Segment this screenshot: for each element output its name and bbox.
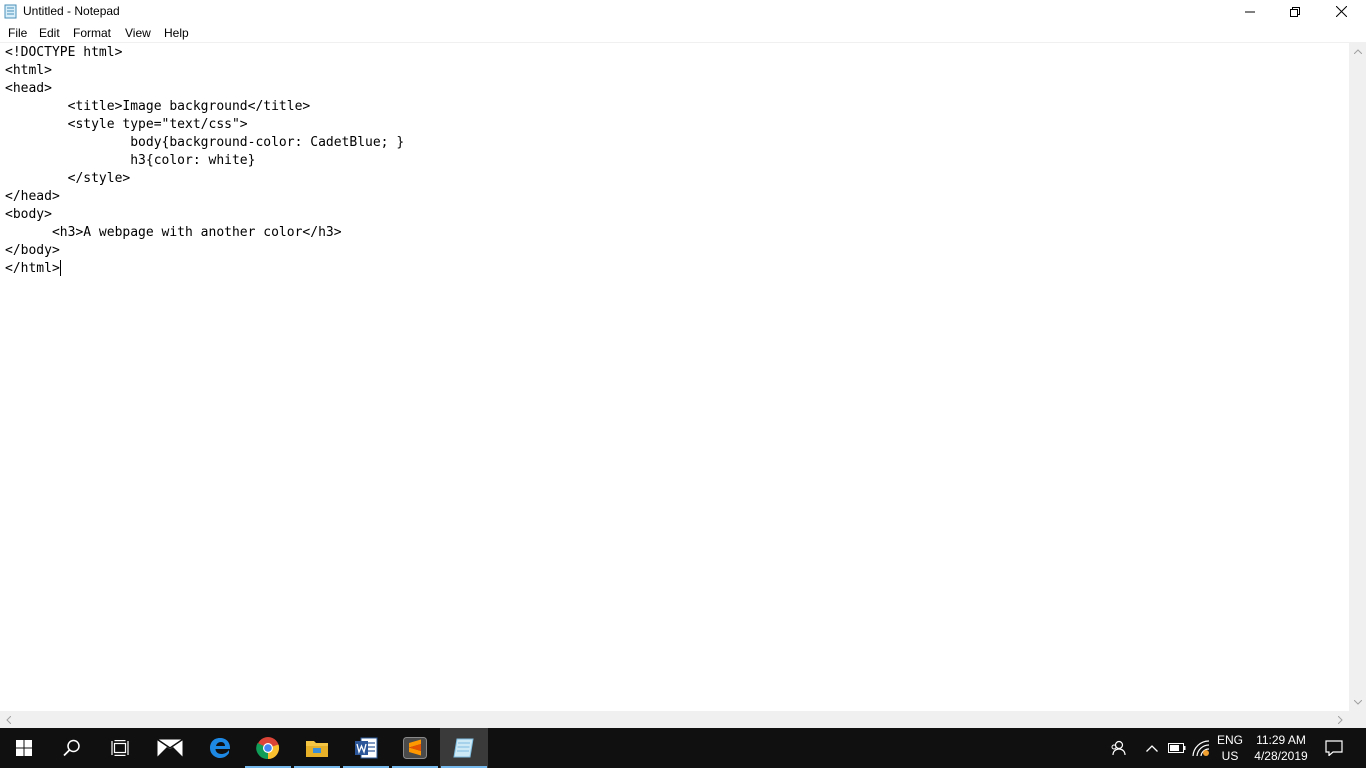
window-title: Untitled - Notepad xyxy=(23,4,120,18)
word-app-button[interactable] xyxy=(342,728,390,768)
region-code: US xyxy=(1221,749,1239,763)
action-center-button[interactable] xyxy=(1320,728,1348,768)
restore-icon xyxy=(1290,6,1300,17)
sublime-text-icon xyxy=(403,737,427,759)
chevron-up-icon xyxy=(1146,744,1158,752)
file-explorer-icon xyxy=(306,741,328,757)
people-icon xyxy=(1111,740,1126,756)
start-button[interactable] xyxy=(0,728,48,768)
task-view-button[interactable] xyxy=(96,728,144,768)
horizontal-scrollbar[interactable] xyxy=(0,711,1349,728)
menu-format[interactable]: Format xyxy=(72,25,112,41)
mail-app-button[interactable] xyxy=(146,728,194,768)
battery-icon xyxy=(1168,743,1186,753)
menu-view[interactable]: View xyxy=(124,25,152,41)
close-icon xyxy=(1335,6,1347,17)
scroll-right-button[interactable] xyxy=(1332,711,1349,728)
mail-icon xyxy=(157,739,183,757)
menu-file[interactable]: File xyxy=(7,25,28,41)
chevron-up-icon xyxy=(1353,49,1362,54)
chrome-app-button[interactable] xyxy=(244,728,292,768)
text-editor[interactable]: <!DOCTYPE html> <html> <head> <title>Ima… xyxy=(0,43,1349,711)
start-icon xyxy=(16,740,32,756)
clock-date: 4/28/2019 xyxy=(1254,749,1308,763)
menu-bar: File Edit Format View Help xyxy=(0,23,1366,43)
language-code: ENG xyxy=(1216,733,1243,747)
network-button[interactable] xyxy=(1189,728,1213,768)
wifi-icon xyxy=(1192,740,1210,756)
minimize-button[interactable] xyxy=(1227,0,1273,23)
scroll-left-button[interactable] xyxy=(0,711,17,728)
chevron-right-icon xyxy=(1338,715,1343,724)
chrome-icon xyxy=(256,737,280,760)
battery-button[interactable] xyxy=(1165,728,1189,768)
scroll-down-button[interactable] xyxy=(1349,694,1366,711)
minimize-icon xyxy=(1245,11,1255,12)
edge-icon xyxy=(210,738,231,758)
sublime-text-button[interactable] xyxy=(391,728,439,768)
word-icon xyxy=(355,737,378,759)
task-view-icon xyxy=(111,740,129,756)
clock-time: 11:29 AM xyxy=(1256,733,1306,747)
notepad-app-icon xyxy=(4,4,17,19)
input-language-indicator[interactable]: ENG US xyxy=(1212,732,1248,764)
notification-icon xyxy=(1325,740,1343,756)
restore-button[interactable] xyxy=(1272,0,1318,23)
chevron-left-icon xyxy=(6,715,11,724)
file-explorer-button[interactable] xyxy=(293,728,341,768)
editor-content[interactable]: <!DOCTYPE html> <html> <head> <title>Ima… xyxy=(5,44,404,278)
close-button[interactable] xyxy=(1318,0,1364,23)
menu-edit[interactable]: Edit xyxy=(38,25,61,41)
edge-app-button[interactable] xyxy=(196,728,244,768)
text-caret xyxy=(60,260,61,276)
menu-help[interactable]: Help xyxy=(163,25,190,41)
title-bar[interactable]: Untitled - Notepad xyxy=(0,0,1366,23)
notepad-app-button[interactable] xyxy=(440,728,488,768)
vertical-scrollbar[interactable] xyxy=(1349,43,1366,711)
taskbar: ENG US 11:29 AM 4/28/2019 xyxy=(0,728,1366,768)
people-button[interactable] xyxy=(1104,728,1132,768)
scrollbar-corner xyxy=(1349,711,1366,728)
search-button[interactable] xyxy=(48,728,96,768)
show-hidden-icons-button[interactable] xyxy=(1142,728,1162,768)
chevron-down-icon xyxy=(1353,700,1362,705)
scroll-up-button[interactable] xyxy=(1349,43,1366,60)
search-icon xyxy=(63,739,80,757)
clock[interactable]: 11:29 AM 4/28/2019 xyxy=(1250,732,1312,764)
notepad-icon xyxy=(453,738,474,758)
